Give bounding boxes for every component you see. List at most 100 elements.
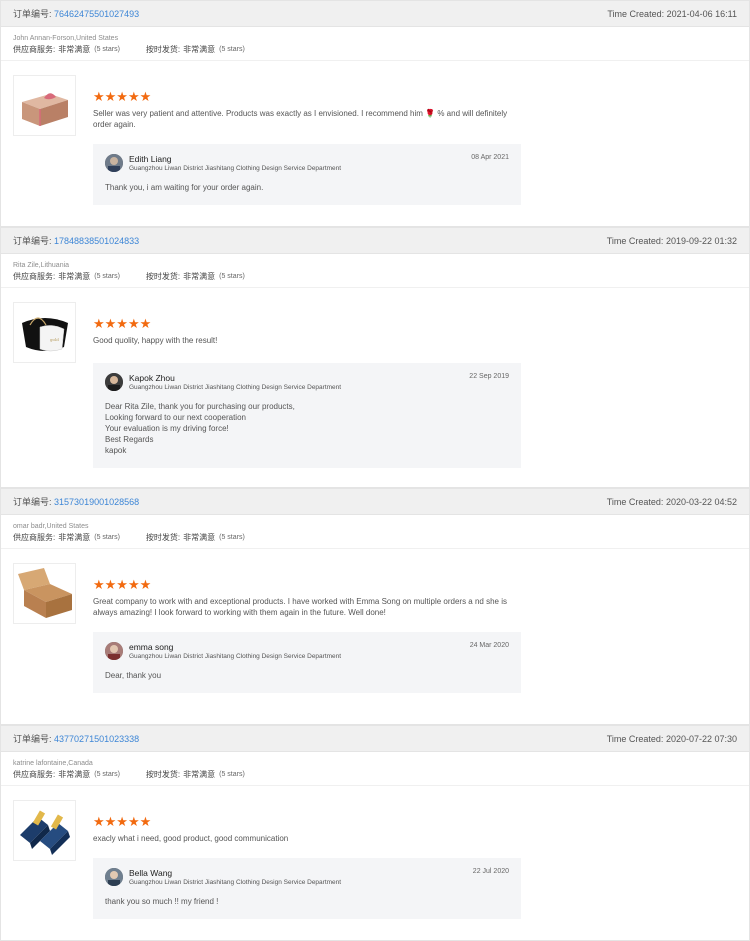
reply-header: emma song Guangzhou Liwan District Jiash… (105, 642, 509, 660)
svg-text:gold: gold (50, 337, 59, 342)
avatar (105, 373, 123, 391)
supplier-service-label: 供应商服务: (13, 770, 56, 779)
review-body: gold ★★★★★ Good quolity, happy with the … (1, 288, 749, 468)
on-time-delivery-stars: (5 stars) (219, 534, 245, 541)
pillow-box-icon[interactable]: gold (13, 302, 76, 363)
order-id-line: 订单编号: 31573019001028568 (13, 495, 139, 508)
reply-name: Kapok Zhou (129, 373, 175, 383)
reply-name: Edith Liang (129, 154, 172, 164)
order-header: 订单编号: 31573019001028568 Time Created: 20… (1, 489, 749, 515)
reply-name: emma song (129, 642, 174, 652)
order-id-label: 订单编号: (13, 236, 52, 246)
order-card: 订单编号: 43770271501023338 Time Created: 20… (0, 725, 750, 941)
avatar (105, 642, 123, 660)
review-content: ★★★★★ Seller was very patient and attent… (93, 89, 521, 205)
blue-boxes-icon[interactable] (13, 800, 76, 861)
reply-department: Guangzhou Liwan District Jiashitang Clot… (129, 165, 342, 172)
rating-stars: ★★★★★ (93, 577, 152, 592)
reply-text: Thank you, i am waiting for your order a… (105, 183, 264, 192)
on-time-delivery-stars: (5 stars) (219, 273, 245, 280)
order-header: 订单编号: 76462475501027493 Time Created: 20… (1, 1, 749, 27)
order-id-link[interactable]: 17848838501024833 (54, 236, 139, 246)
review-content: ★★★★★ exacly what i need, good product, … (93, 814, 521, 919)
order-id-label: 订单编号: (13, 497, 52, 507)
reviews-list: 订单编号: 76462475501027493 Time Created: 20… (0, 0, 750, 941)
reply-header: Kapok Zhou Guangzhou Liwan District Jias… (105, 373, 509, 391)
order-card: 订单编号: 76462475501027493 Time Created: 20… (0, 0, 750, 227)
review-content: ★★★★★ Good quolity, happy with the resul… (93, 316, 521, 468)
on-time-delivery-label: 按时发货: (145, 272, 181, 281)
reply-department: Guangzhou Liwan District Jiashitang Clot… (129, 653, 342, 660)
review-content: ★★★★★ Great company to work with and exc… (93, 577, 521, 693)
order-header: 订单编号: 17848838501024833 Time Created: 20… (1, 228, 749, 254)
supplier-service-stars: (5 stars) (94, 273, 120, 280)
reply-date: 22 Sep 2019 (469, 373, 509, 380)
reply-author: Bella Wang Guangzhou Liwan District Jias… (129, 868, 341, 886)
reply-date: 08 Apr 2021 (471, 154, 509, 161)
reply-header: Bella Wang Guangzhou Liwan District Jias… (105, 868, 509, 886)
supplier-service-stars: (5 stars) (94, 771, 120, 778)
review-body: ★★★★★ exacly what i need, good product, … (1, 786, 749, 919)
time-created-label: Time Created: (606, 496, 664, 507)
supplier-service-value: 非常满意 (58, 272, 91, 281)
order-id-link[interactable]: 31573019001028568 (54, 497, 139, 507)
order-id-link[interactable]: 76462475501027493 (54, 9, 139, 19)
reply-author: Kapok Zhou Guangzhou Liwan District Jias… (129, 373, 341, 391)
order-id-line: 订单编号: 43770271501023338 (13, 732, 139, 745)
reply-name: Bella Wang (129, 868, 173, 878)
on-time-delivery-value: 非常满意 (183, 770, 216, 779)
on-time-delivery-value: 非常满意 (183, 533, 216, 542)
seller-reply: Edith Liang Guangzhou Liwan District Jia… (93, 144, 521, 205)
supplier-service-value: 非常满意 (58, 770, 91, 779)
on-time-delivery-stars: (5 stars) (219, 771, 245, 778)
review-comment: exacly what i need, good product, good c… (93, 834, 289, 843)
buyer-info: omar badr,United States (13, 523, 89, 530)
time-created-value: 2020-07-22 07:30 (665, 733, 737, 744)
reply-author: Edith Liang Guangzhou Liwan District Jia… (129, 154, 341, 172)
kraft-box-icon[interactable] (13, 563, 76, 624)
gift-box-icon[interactable] (13, 75, 76, 136)
time-created-value: 2021-04-06 16:11 (666, 8, 737, 19)
reply-text: thank you so much !! my friend ! (105, 897, 219, 906)
seller-reply: emma song Guangzhou Liwan District Jiash… (93, 632, 521, 693)
reply-text: Dear, thank you (105, 671, 162, 680)
avatar (105, 154, 123, 172)
order-id-link[interactable]: 43770271501023338 (54, 734, 139, 744)
time-created: Time Created: 2020-07-22 07:30 (607, 734, 737, 744)
review-comment: Seller was very patient and attentive. P… (93, 109, 508, 129)
on-time-delivery-label: 按时发货: (145, 770, 181, 779)
supplier-service-value: 非常满意 (58, 533, 91, 542)
supplier-service-stars: (5 stars) (94, 534, 120, 541)
time-created-label: Time Created: (607, 8, 665, 19)
seller-ratings: 供应商服务: 非常满意 (5 stars) 按时发货: 非常满意 (5 stars) (1, 533, 749, 549)
buyer-info: Rita Zile,Lithuania (13, 262, 70, 269)
review-comment: Great company to work with and exception… (93, 597, 507, 617)
time-created: Time Created: 2020-03-22 04:52 (607, 497, 737, 507)
reply-date: 24 Mar 2020 (469, 642, 509, 649)
reply-header: Edith Liang Guangzhou Liwan District Jia… (105, 154, 509, 172)
time-created-label: Time Created: (606, 235, 664, 246)
time-created-value: 2019-09-22 01:32 (665, 235, 737, 246)
reply-author: emma song Guangzhou Liwan District Jiash… (129, 642, 341, 660)
order-header: 订单编号: 43770271501023338 Time Created: 20… (1, 726, 749, 752)
seller-ratings: 供应商服务: 非常满意 (5 stars) 按时发货: 非常满意 (5 stars) (1, 45, 749, 61)
review-body: ★★★★★ Seller was very patient and attent… (1, 61, 749, 205)
order-id-line: 订单编号: 76462475501027493 (13, 7, 139, 20)
on-time-delivery-value: 非常满意 (183, 272, 216, 281)
review-body: ★★★★★ Great company to work with and exc… (1, 549, 749, 693)
on-time-delivery-stars: (5 stars) (219, 46, 245, 53)
reply-department: Guangzhou Liwan District Jiashitang Clot… (129, 879, 342, 886)
supplier-service-value: 非常满意 (58, 45, 91, 54)
buyer-info: katrine lafontaine,Canada (13, 760, 93, 767)
on-time-delivery-value: 非常满意 (183, 45, 216, 54)
reply-department: Guangzhou Liwan District Jiashitang Clot… (129, 384, 342, 391)
time-created-value: 2020-03-22 04:52 (665, 496, 737, 507)
supplier-service-stars: (5 stars) (94, 46, 120, 53)
supplier-service-label: 供应商服务: (13, 272, 56, 281)
supplier-service-label: 供应商服务: (13, 45, 56, 54)
order-card: 订单编号: 17848838501024833 Time Created: 20… (0, 227, 750, 488)
rating-stars: ★★★★★ (93, 814, 152, 829)
time-created-label: Time Created: (606, 733, 664, 744)
order-id-label: 订单编号: (13, 9, 52, 19)
avatar (105, 868, 123, 886)
